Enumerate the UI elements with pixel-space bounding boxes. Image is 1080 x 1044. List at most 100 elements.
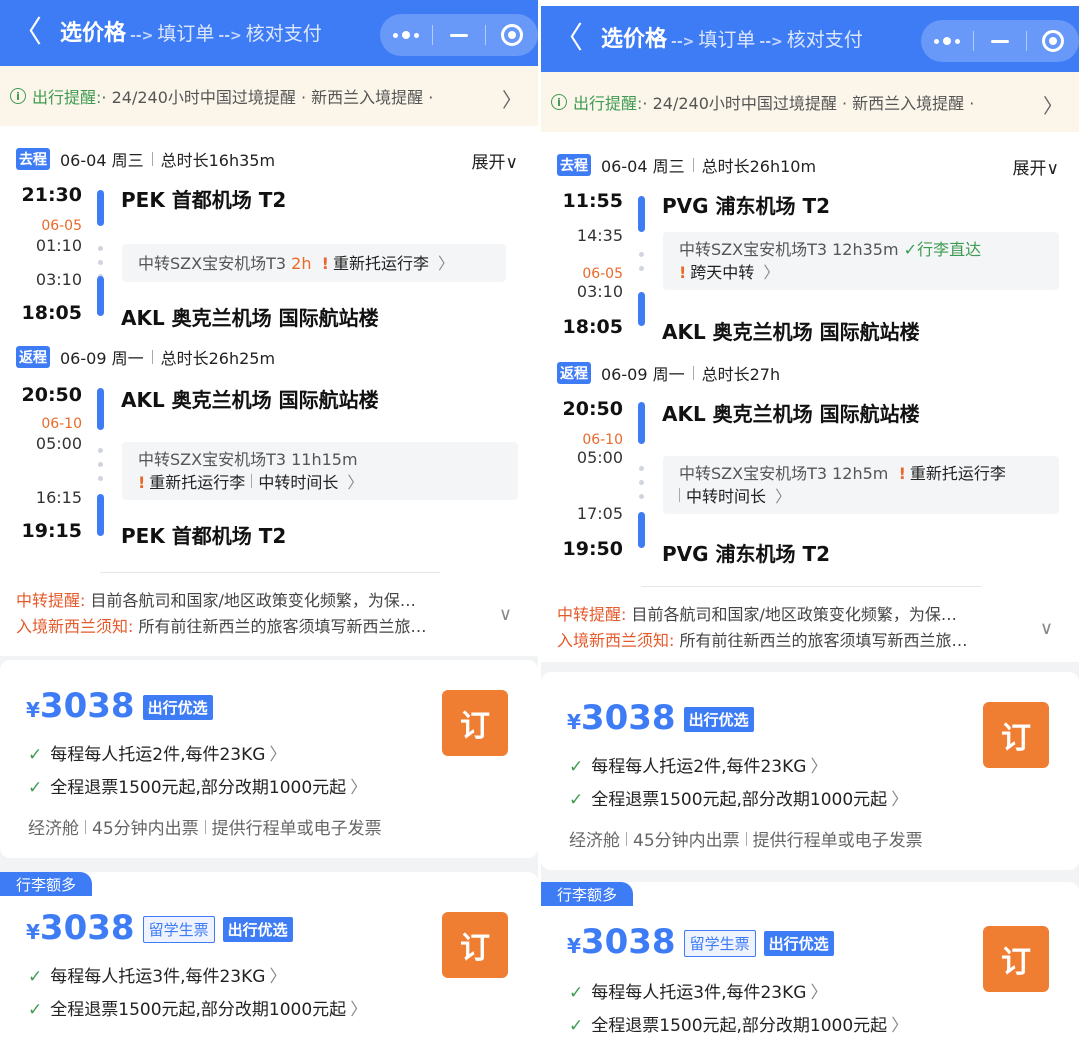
baggage-rule[interactable]: ✓ 每程每人托运3件,每件23KG 〉	[28, 962, 286, 987]
chevron-right-icon: 〉	[775, 487, 792, 506]
travel-notice-bar[interactable]: i 出行提醒: · 24/240小时中国过境提醒 · 新西兰入境提醒 · 〉	[541, 72, 1079, 132]
step-progress: 选价格 --> 填订单 --> 核对支付	[60, 19, 322, 51]
warning-icon: !	[321, 253, 329, 273]
minus-icon	[991, 39, 1009, 43]
baggage-rule[interactable]: ✓ 每程每人托运2件,每件23KG 〉	[569, 752, 827, 777]
step-pay: 核对支付	[245, 23, 322, 45]
fare-card-1[interactable]: ¥3038 出行优选 订 ✓ 每程每人托运2件,每件23KG 〉 ✓ 全程退票1500元…	[0, 660, 538, 858]
transfer-dep-time: 03:10	[35, 270, 82, 289]
notice-label: 出行提醒:	[32, 88, 102, 107]
close-button[interactable]	[1027, 20, 1079, 62]
next-day-label: 06-05	[41, 218, 82, 234]
chevron-right-icon: 〉	[810, 983, 828, 1003]
transfer-info[interactable]: 中转SZX宝安机场T3 12h5m ! 重新托运行李 中转时间长 〉	[663, 456, 1059, 514]
refund-rule[interactable]: ✓ 全程退票1500元起,部分改期1000元起〉	[28, 773, 367, 798]
transfer-note-2: 中转时间长	[258, 473, 339, 492]
step-arrow: -->	[759, 34, 783, 50]
dep-airport: PEK 首都机场 T2	[121, 188, 287, 212]
ret-arr-airport: PEK 首都机场 T2	[121, 524, 287, 548]
baggage-rule[interactable]: ✓ 每程每人托运3件,每件23KG 〉	[569, 978, 827, 1003]
step-fill-order: 填订单	[157, 23, 215, 45]
fare-meta: 经济舱 45分钟内出票 提供行程单或电子发票	[28, 819, 382, 839]
chevron-right-icon: 〉	[810, 757, 828, 777]
check-icon: ✓	[569, 1016, 584, 1036]
chevron-right-icon: 〉	[763, 263, 780, 282]
warning-icon: !	[898, 464, 906, 483]
badge-student: 留学生票	[142, 916, 215, 943]
fare-price: ¥3038 留学生票 出行优选	[26, 908, 293, 948]
back-button[interactable]: 〈	[12, 16, 42, 50]
transfer-dep-time: 03:10	[576, 282, 623, 301]
transfer-airport: 中转SZX宝安机场T3 12h5m	[679, 464, 889, 483]
baggage-through: ✓行李直达	[903, 240, 982, 259]
outbound-header: 去程 06-04 周三 总时长16h35m	[16, 148, 275, 170]
notice-label: 出行提醒:	[573, 94, 643, 113]
warning-icon: !	[138, 473, 146, 492]
return-duration: 总时长26h25m	[160, 349, 276, 368]
transfer-tip[interactable]: 中转提醒: 目前各航司和国家/地区政策变化频繁，为保…	[557, 602, 957, 628]
chevron-right-icon: 〉	[1043, 94, 1063, 118]
book-button[interactable]: 订	[983, 926, 1049, 992]
check-icon: ✓	[28, 967, 43, 987]
book-button[interactable]: 订	[442, 912, 508, 978]
transfer-tip[interactable]: 中转提醒: 目前各航司和国家/地区政策变化频繁，为保…	[16, 588, 416, 614]
transfer-note: 重新托运行李	[149, 473, 246, 492]
badge-preferred: 出行优选	[683, 707, 754, 732]
info-icon: i	[551, 94, 567, 110]
book-button[interactable]: 订	[983, 702, 1049, 768]
target-icon	[1042, 30, 1064, 52]
dep-airport: PVG 浦东机场 T2	[662, 194, 831, 218]
chevron-right-icon: 〉	[350, 1000, 368, 1020]
notice-text: · 24/240小时中国过境提醒 · 新西兰入境提醒 ·	[642, 94, 975, 113]
notice-text: · 24/240小时中国过境提醒 · 新西兰入境提醒 ·	[101, 88, 434, 107]
close-button[interactable]	[486, 14, 538, 56]
step-arrow: -->	[130, 28, 154, 44]
transfer-dep-time: 16:15	[35, 488, 82, 507]
travel-notice-bar[interactable]: i 出行提醒: · 24/240小时中国过境提醒 · 新西兰入境提醒 · 〉	[0, 66, 538, 126]
fare-card-2[interactable]: 行李额多 ¥3038 留学生票 出行优选 订 ✓ 每程每人托运3件,每件23KG 〉 ✓…	[0, 872, 538, 1044]
ret-dep-time: 20:50	[21, 384, 82, 406]
book-button[interactable]: 订	[442, 690, 508, 756]
transfer-info[interactable]: 中转SZX宝安机场T3 12h35m ✓行李直达 ! 跨天中转 〉	[663, 232, 1059, 290]
badge-preferred: 出行优选	[763, 931, 834, 956]
badge-preferred: 出行优选	[222, 917, 293, 942]
outbound-header: 去程 06-04 周三 总时长26h10m	[557, 154, 816, 176]
more-button[interactable]	[380, 14, 432, 56]
more-dots-icon	[934, 37, 960, 45]
expand-toggle[interactable]: 展开∨	[1013, 154, 1059, 179]
entry-tip[interactable]: 入境新西兰须知: 所有前往新西兰的旅客须填写新西兰旅…	[16, 614, 427, 640]
chevron-down-icon[interactable]: ∨	[499, 604, 512, 625]
itinerary-card: 去程 06-04 周三 总时长16h35m 展开∨ 21:30 PEK 首都机场…	[0, 126, 538, 656]
more-dots-icon	[393, 31, 419, 39]
baggage-rule[interactable]: ✓ 每程每人托运2件,每件23KG 〉	[28, 740, 286, 765]
transfer-info[interactable]: 中转SZX宝安机场T3 2h ! 重新托运行李 〉	[122, 244, 506, 282]
transfer-info[interactable]: 中转SZX宝安机场T3 11h15m ! 重新托运行李 中转时间长 〉	[122, 442, 518, 500]
transfer-note: 重新托运行李	[332, 253, 429, 273]
warning-icon: !	[679, 263, 687, 282]
check-icon: ✓	[28, 745, 43, 765]
expand-toggle[interactable]: 展开∨	[472, 148, 518, 173]
refund-rule[interactable]: ✓ 全程退票1500元起,部分改期1000元起〉	[569, 785, 908, 810]
badge-preferred: 出行优选	[142, 695, 213, 720]
more-button[interactable]	[921, 20, 973, 62]
fare-card-1[interactable]: ¥3038 出行优选 订 ✓ 每程每人托运2件,每件23KG 〉 ✓ 全程退票1500元…	[541, 672, 1079, 870]
transfer-note: 跨天中转	[690, 263, 755, 282]
entry-tip[interactable]: 入境新西兰须知: 所有前往新西兰的旅客须填写新西兰旅…	[557, 628, 968, 654]
refund-rule[interactable]: ✓ 全程退票1500元起,部分改期1000元起〉	[569, 1011, 908, 1036]
transfer-arr-time: 01:10	[35, 236, 82, 255]
chevron-down-icon[interactable]: ∨	[1040, 618, 1053, 639]
minimize-button[interactable]	[974, 20, 1026, 62]
minimize-button[interactable]	[433, 14, 485, 56]
chevron-right-icon: 〉	[891, 790, 909, 810]
transfer-note: 重新托运行李	[909, 464, 1006, 483]
back-button[interactable]: 〈	[553, 22, 583, 56]
check-icon: ✓	[28, 1000, 43, 1020]
transfer-airport: 中转SZX宝安机场T3 11h15m	[138, 450, 358, 469]
refund-rule[interactable]: ✓ 全程退票1500元起,部分改期1000元起〉	[28, 995, 367, 1020]
return-tag: 返程	[16, 346, 50, 368]
fare-card-2[interactable]: 行李额多 ¥3038 留学生票 出行优选 订 ✓ 每程每人托运3件,每件23KG 〉 ✓…	[541, 882, 1079, 1044]
transfer-dep-time: 17:05	[576, 504, 623, 523]
next-day-label: 06-05	[582, 266, 623, 282]
step-pay: 核对支付	[786, 29, 863, 51]
return-header: 返程 06-09 周一 总时长27h	[557, 362, 780, 384]
